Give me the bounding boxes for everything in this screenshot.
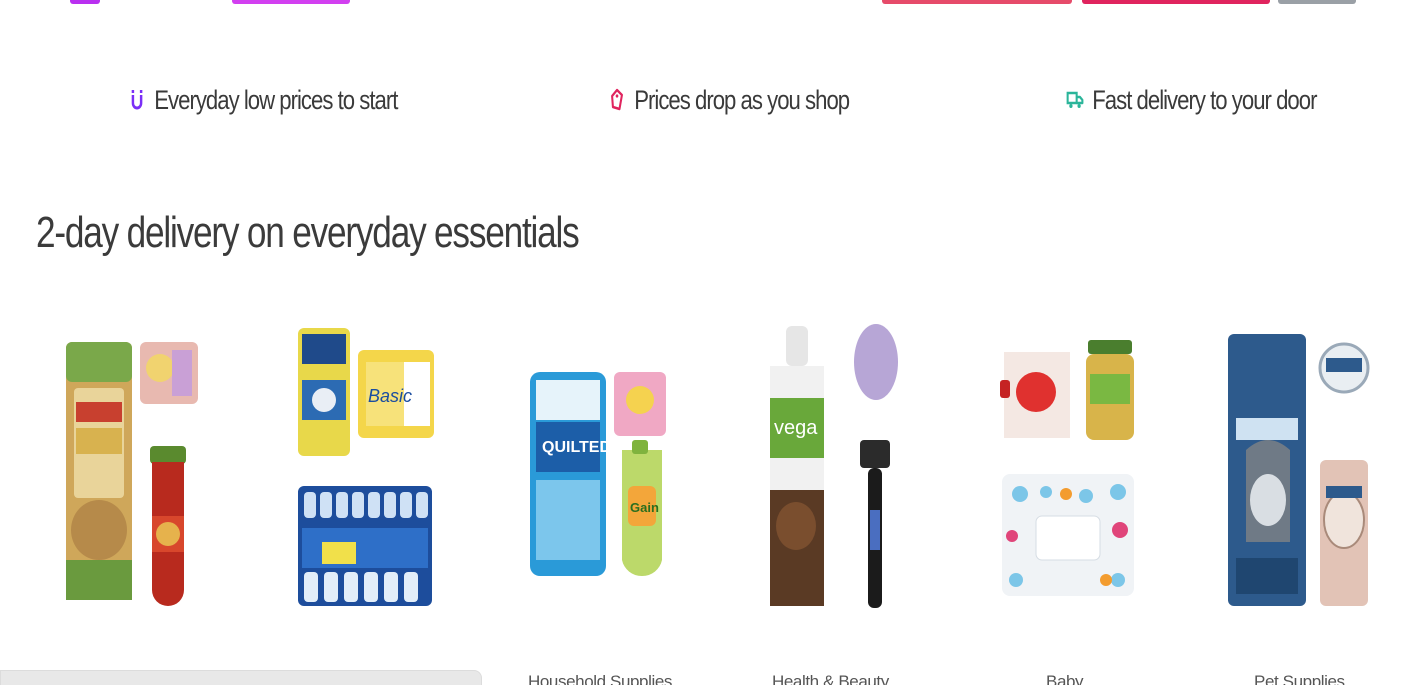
- svg-text:vega: vega: [774, 417, 818, 439]
- svg-text:Gain: Gain: [630, 500, 659, 515]
- benefit-label: Prices drop as you shop: [634, 84, 850, 115]
- category-tile-food[interactable]: [52, 310, 272, 620]
- nav-fragment: [1082, 0, 1270, 4]
- category-tile-health-beauty[interactable]: vega: [756, 310, 976, 620]
- nav-fragment: [232, 0, 350, 4]
- category-label-household[interactable]: Household Supplies: [528, 672, 672, 685]
- baby-products-image: [1000, 340, 1134, 596]
- category-tiles: Basic QUILTED Gain vega: [0, 310, 1428, 630]
- category-label-health-beauty[interactable]: Health & Beauty: [772, 672, 889, 685]
- category-label-baby[interactable]: Baby: [1046, 672, 1084, 685]
- pet-products-image: [1228, 334, 1370, 606]
- svg-text:Basic: Basic: [368, 386, 412, 406]
- benefits-bar: Everyday low prices to start Prices drop…: [0, 80, 1428, 120]
- magnet-icon: [128, 85, 146, 115]
- benefit-label: Fast delivery to your door: [1092, 84, 1317, 115]
- svg-text:QUILTED: QUILTED: [542, 439, 611, 456]
- category-tile-pet-supplies[interactable]: [1218, 310, 1428, 620]
- top-nav-strip: [0, 0, 1428, 4]
- category-tile-household-supplies[interactable]: QUILTED Gain: [522, 310, 742, 620]
- section-title: 2-day delivery on everyday essentials: [36, 208, 580, 257]
- nav-fragment: [1278, 0, 1356, 4]
- bottom-bar-partial[interactable]: [0, 670, 482, 685]
- food-products-image: [66, 342, 198, 606]
- nav-fragment: [70, 0, 100, 4]
- pantry-products-image: Basic: [298, 328, 434, 606]
- truck-icon: [1066, 85, 1084, 115]
- nav-fragment: [882, 0, 1072, 4]
- benefit-low-prices: Everyday low prices to start: [128, 80, 398, 120]
- benefit-prices-drop: Prices drop as you shop: [608, 80, 850, 120]
- category-tile-baby[interactable]: [990, 310, 1210, 620]
- category-label-pet-supplies[interactable]: Pet Supplies: [1254, 672, 1345, 685]
- health-beauty-products-image: vega: [770, 324, 898, 608]
- category-tile-pantry[interactable]: Basic: [292, 310, 512, 620]
- benefit-label: Everyday low prices to start: [154, 84, 398, 115]
- tag-icon: [608, 85, 626, 115]
- household-products-image: QUILTED Gain: [530, 372, 666, 577]
- benefit-fast-delivery: Fast delivery to your door: [1066, 80, 1317, 120]
